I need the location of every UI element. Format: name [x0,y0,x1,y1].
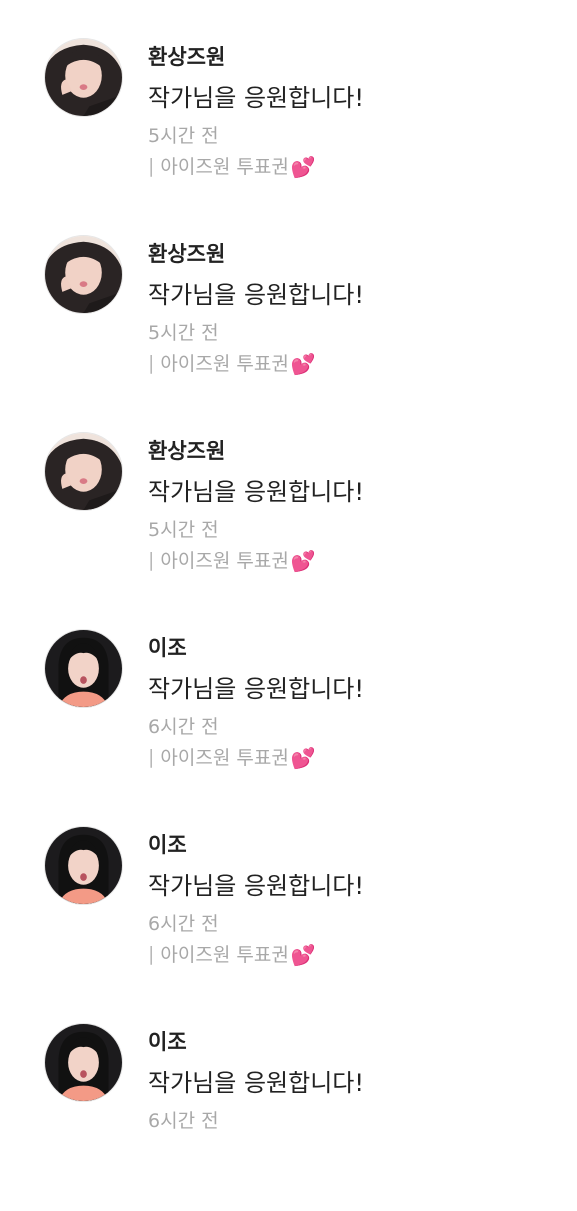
comment-item: 환상즈원 작가님을 응원합니다! 5시간 전 | 아이즈원 투표권 💕 [0,430,577,620]
heart-icon: 💕 [290,154,316,179]
heart-icon: 💕 [290,351,316,376]
tag-label: 아이즈원 투표권 [160,550,289,572]
user-avatar[interactable] [44,1023,123,1102]
comment-message: 작가님을 응원합니다! [148,478,364,506]
tag-divider: | [148,154,155,177]
comment-item: 환상즈원 작가님을 응원합니다! 5시간 전 | 아이즈원 투표권 💕 [0,36,577,226]
tag-divider: | [148,942,155,965]
comment-message: 작가님을 응원합니다! [148,872,364,900]
user-name[interactable]: 이조 [148,632,187,662]
comment-time: 5시간 전 [148,519,219,541]
user-name[interactable]: 이조 [148,1026,187,1056]
user-name[interactable]: 이조 [148,829,187,859]
tag-label: 아이즈원 투표권 [160,156,289,178]
comment-time: 6시간 전 [148,1110,219,1132]
comment-message: 작가님을 응원합니다! [148,675,364,703]
user-avatar[interactable] [44,235,123,314]
vote-tag: | 아이즈원 투표권 💕 [148,743,316,770]
heart-icon: 💕 [290,745,316,770]
heart-icon: 💕 [290,942,316,967]
comment-time: 5시간 전 [148,125,219,147]
user-avatar[interactable] [44,826,123,905]
user-avatar[interactable] [44,432,123,511]
avatar-image [45,39,122,116]
vote-tag: | 아이즈원 투표권 💕 [148,546,316,573]
tag-label: 아이즈원 투표권 [160,944,289,966]
user-name[interactable]: 환상즈원 [148,435,225,465]
user-name[interactable]: 환상즈원 [148,41,225,71]
tag-label: 아이즈원 투표권 [160,747,289,769]
avatar-image [45,1024,122,1101]
comment-item: 이조 작가님을 응원합니다! 6시간 전 [0,1021,577,1211]
comment-message: 작가님을 응원합니다! [148,1069,364,1097]
tag-divider: | [148,745,155,768]
user-name[interactable]: 환상즈원 [148,238,225,268]
comment-message: 작가님을 응원합니다! [148,84,364,112]
heart-icon: 💕 [290,548,316,573]
comment-time: 6시간 전 [148,716,219,738]
avatar-image [45,827,122,904]
comment-time: 6시간 전 [148,913,219,935]
avatar-image [45,433,122,510]
vote-tag: | 아이즈원 투표권 💕 [148,349,316,376]
vote-tag: | 아이즈원 투표권 💕 [148,940,316,967]
comment-message: 작가님을 응원합니다! [148,281,364,309]
comment-item: 이조 작가님을 응원합니다! 6시간 전 | 아이즈원 투표권 💕 [0,627,577,817]
user-avatar[interactable] [44,38,123,117]
comment-time: 5시간 전 [148,322,219,344]
comment-item: 환상즈원 작가님을 응원합니다! 5시간 전 | 아이즈원 투표권 💕 [0,233,577,423]
tag-divider: | [148,351,155,374]
user-avatar[interactable] [44,629,123,708]
comment-item: 이조 작가님을 응원합니다! 6시간 전 | 아이즈원 투표권 💕 [0,824,577,1014]
tag-label: 아이즈원 투표권 [160,353,289,375]
avatar-image [45,630,122,707]
vote-tag: | 아이즈원 투표권 💕 [148,152,316,179]
tag-divider: | [148,548,155,571]
avatar-image [45,236,122,313]
